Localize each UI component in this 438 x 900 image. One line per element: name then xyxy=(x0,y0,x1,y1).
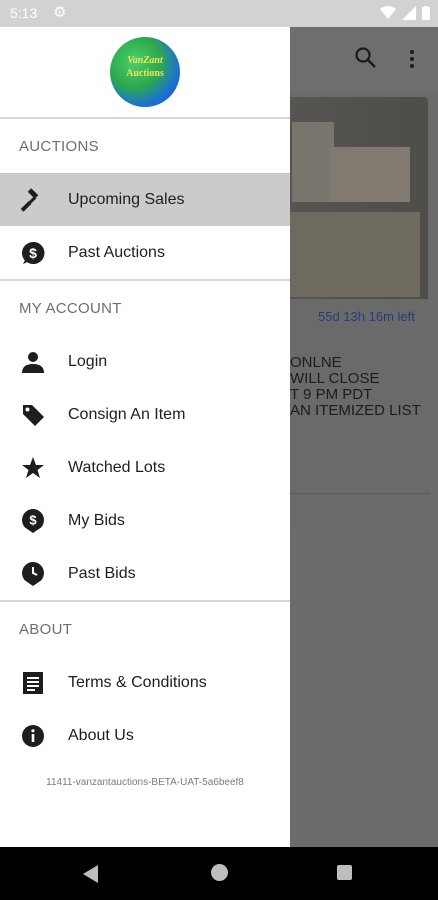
signal-icon xyxy=(402,6,416,20)
status-icons xyxy=(380,6,430,20)
menu-label: Past Auctions xyxy=(68,243,165,261)
section-header-auctions: AUCTIONS xyxy=(19,137,99,155)
menu-item-past-auctions[interactable]: $ Past Auctions xyxy=(0,226,290,279)
section-header-my-account: MY ACCOUNT xyxy=(19,299,122,317)
menu-item-about-us[interactable]: About Us xyxy=(0,709,290,762)
menu-item-login[interactable]: Login xyxy=(0,335,290,388)
status-bar: 5:13 ⚙ xyxy=(0,0,438,27)
drawer-header: VanZant Auctions xyxy=(0,27,290,119)
menu-item-terms-conditions[interactable]: Terms & Conditions xyxy=(0,656,290,709)
person-icon xyxy=(20,349,46,375)
svg-text:$: $ xyxy=(29,245,37,261)
menu-label: Login xyxy=(68,352,108,370)
gavel-icon xyxy=(20,187,46,213)
menu-label: About Us xyxy=(68,726,134,744)
clock-pin-icon xyxy=(20,561,46,587)
version-text: 11411-vanzantauctions-BETA-UAT-5a6beef8 xyxy=(46,777,244,788)
wifi-icon xyxy=(380,6,396,19)
menu-item-past-bids[interactable]: Past Bids xyxy=(0,547,290,600)
back-icon[interactable] xyxy=(83,865,99,883)
settings-gear-icon: ⚙ xyxy=(53,4,67,21)
menu-item-watched-lots[interactable]: Watched Lots xyxy=(0,441,290,494)
menu-label: Terms & Conditions xyxy=(68,673,207,691)
recent-apps-icon[interactable] xyxy=(337,865,352,880)
status-time: 5:13 xyxy=(10,5,38,21)
time-left: 55d 13h 16m left xyxy=(318,309,415,324)
system-nav-bar xyxy=(0,847,438,900)
star-icon xyxy=(20,455,46,481)
card-divider xyxy=(290,493,430,494)
battery-icon xyxy=(422,6,430,20)
section-header-about: ABOUT xyxy=(19,620,73,638)
dollar-circle-icon: $ xyxy=(20,240,46,266)
menu-item-consign-an-item[interactable]: Consign An Item xyxy=(0,388,290,441)
svg-text:$: $ xyxy=(29,513,37,528)
menu-item-my-bids[interactable]: $ My Bids xyxy=(0,494,290,547)
vanzant-logo: VanZant Auctions xyxy=(110,37,180,107)
navigation-drawer: VanZant Auctions AUCTIONS Upcoming Sales… xyxy=(0,27,290,847)
tag-icon xyxy=(20,402,46,428)
home-icon[interactable] xyxy=(211,864,228,881)
search-icon[interactable] xyxy=(354,46,378,70)
document-icon xyxy=(20,670,46,696)
menu-label: Watched Lots xyxy=(68,458,166,476)
menu-label: Consign An Item xyxy=(68,405,186,423)
info-icon xyxy=(20,723,46,749)
auction-description: ONLNE WILL CLOSE T 9 PM PDT AN ITEMIZED … xyxy=(290,354,421,419)
more-vert-icon[interactable] xyxy=(404,47,420,71)
menu-label: Past Bids xyxy=(68,564,136,582)
dollar-pin-icon: $ xyxy=(20,508,46,534)
menu-label: My Bids xyxy=(68,511,125,529)
menu-item-upcoming-sales[interactable]: Upcoming Sales xyxy=(0,173,290,226)
menu-label: Upcoming Sales xyxy=(68,190,185,208)
